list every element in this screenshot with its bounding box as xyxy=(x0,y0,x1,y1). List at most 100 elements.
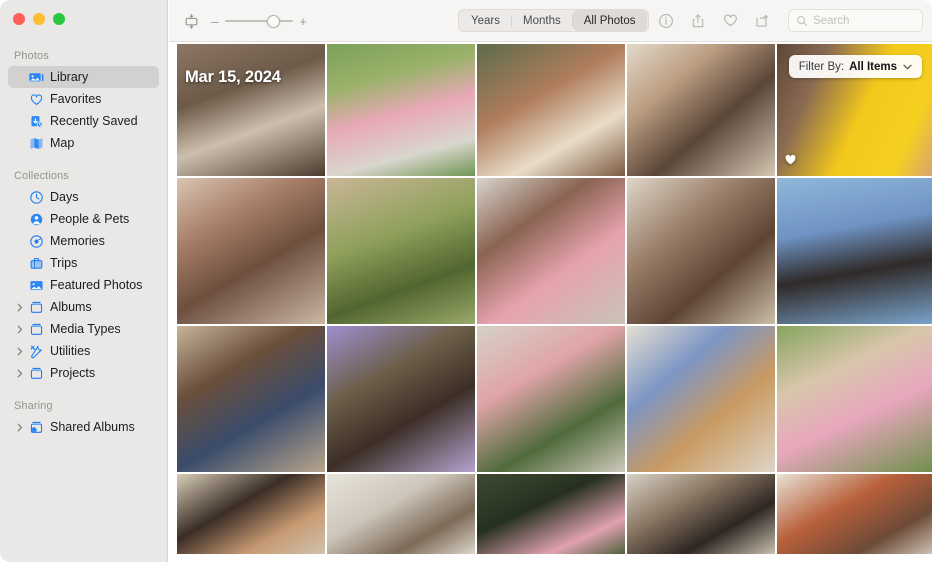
sidebar-item-media-types[interactable]: Media Types xyxy=(8,318,159,340)
chevron-down-icon xyxy=(903,62,912,72)
sidebar-item-library[interactable]: Library xyxy=(8,66,159,88)
photo-thumbnail[interactable] xyxy=(627,44,775,176)
photo-thumbnail[interactable] xyxy=(477,326,625,472)
sidebar-item-trips[interactable]: Trips xyxy=(8,252,159,274)
sidebar-item-label: Trips xyxy=(50,256,78,270)
sidebar-item-favorites[interactable]: Favorites xyxy=(8,88,159,110)
info-icon[interactable] xyxy=(653,8,679,33)
photo-image xyxy=(327,178,475,324)
zoom-slider-knob[interactable] xyxy=(267,14,280,28)
photo-thumbnail[interactable] xyxy=(477,474,625,554)
chevron-right-icon[interactable] xyxy=(14,303,26,312)
zoom-slider-row: – + xyxy=(211,14,307,28)
photo-thumbnail[interactable] xyxy=(627,474,775,554)
photo-thumbnail[interactable] xyxy=(177,474,325,554)
photo-image xyxy=(327,44,475,176)
sidebar-section-gap xyxy=(0,154,167,164)
photo-thumbnail[interactable] xyxy=(177,326,325,472)
filter-by-dropdown[interactable]: Filter By: All Items xyxy=(788,55,922,78)
sidebar-item-featured-photos[interactable]: Featured Photos xyxy=(8,274,159,296)
tab-years[interactable]: Years xyxy=(460,10,511,31)
photo-grid-row xyxy=(177,474,932,554)
sidebar-item-recently-saved[interactable]: Recently Saved xyxy=(8,110,159,132)
maximize-button[interactable] xyxy=(53,13,65,25)
favorite-heart-icon[interactable] xyxy=(717,8,743,33)
photo-image xyxy=(777,474,932,554)
zoom-in-label[interactable]: + xyxy=(299,15,307,28)
sidebar-item-projects[interactable]: Projects xyxy=(8,362,159,384)
sidebar-item-utilities[interactable]: Utilities xyxy=(8,340,159,362)
zoom-slider[interactable] xyxy=(225,14,293,28)
window-controls xyxy=(13,13,65,25)
photo-thumbnail[interactable] xyxy=(627,326,775,472)
sidebar-item-label: Featured Photos xyxy=(50,278,143,292)
sidebar-item-label: Shared Albums xyxy=(50,420,135,434)
toolbar: – + Years Months All Photos Search xyxy=(169,0,932,42)
photo-grid-row xyxy=(177,326,932,472)
photo-image xyxy=(627,326,775,472)
photo-thumbnail[interactable] xyxy=(777,178,932,324)
share-icon[interactable] xyxy=(685,8,711,33)
sidebar-item-map[interactable]: Map xyxy=(8,132,159,154)
photo-thumbnail[interactable] xyxy=(477,44,625,176)
filter-value: All Items xyxy=(849,60,897,73)
search-placeholder: Search xyxy=(813,14,850,27)
tab-all-photos[interactable]: All Photos xyxy=(572,10,647,31)
photo-thumbnail[interactable] xyxy=(177,178,325,324)
photo-image xyxy=(177,326,325,472)
album-icon xyxy=(26,366,46,381)
photo-image xyxy=(627,44,775,176)
photo-image xyxy=(477,44,625,176)
chevron-right-icon[interactable] xyxy=(14,423,26,432)
rotate-icon[interactable] xyxy=(749,8,775,33)
person-icon xyxy=(26,212,46,227)
chevron-right-icon[interactable] xyxy=(14,369,26,378)
sidebar-list[interactable]: Photos Library Favorites Recently Saved Map C… xyxy=(0,44,167,562)
sidebar-item-shared-albums[interactable]: Shared Albums xyxy=(8,416,159,438)
photo-thumbnail[interactable] xyxy=(327,474,475,554)
photo-grid[interactable]: Mar 15, 2024 Filter By: All Items xyxy=(177,44,932,562)
chevron-right-icon[interactable] xyxy=(14,347,26,356)
photo-image xyxy=(177,178,325,324)
aspect-ratio-icon[interactable] xyxy=(179,9,203,33)
featured-photo-icon xyxy=(26,278,46,293)
recently-saved-icon xyxy=(26,114,46,129)
photo-thumbnail[interactable] xyxy=(327,178,475,324)
album-icon xyxy=(26,300,46,315)
toolbar-actions xyxy=(653,8,775,33)
sidebar-item-memories[interactable]: Memories xyxy=(8,230,159,252)
photo-image xyxy=(327,326,475,472)
tab-months[interactable]: Months xyxy=(512,10,572,31)
photo-thumbnail[interactable] xyxy=(777,326,932,472)
photo-thumbnail[interactable] xyxy=(327,326,475,472)
photo-image xyxy=(777,326,932,472)
sidebar-section-gap xyxy=(0,384,167,394)
shared-album-icon xyxy=(26,420,46,435)
sidebar-item-albums[interactable]: Albums xyxy=(8,296,159,318)
chevron-right-icon[interactable] xyxy=(14,325,26,334)
photo-thumbnail[interactable] xyxy=(477,178,625,324)
photo-image xyxy=(627,474,775,554)
photo-thumbnail[interactable] xyxy=(327,44,475,176)
sidebar-item-label: Media Types xyxy=(50,322,121,336)
filter-label: Filter By: xyxy=(798,60,845,73)
photo-thumbnail[interactable] xyxy=(627,178,775,324)
photo-image xyxy=(477,178,625,324)
photo-image xyxy=(477,474,625,554)
sidebar-item-days[interactable]: Days xyxy=(8,186,159,208)
photo-thumbnail[interactable] xyxy=(777,474,932,554)
minimize-button[interactable] xyxy=(33,13,45,25)
zoom-slider-track xyxy=(225,20,293,22)
photo-thumbnail[interactable] xyxy=(177,44,325,176)
sidebar-item-people-pets[interactable]: People & Pets xyxy=(8,208,159,230)
close-button[interactable] xyxy=(13,13,25,25)
sidebar-item-label: Projects xyxy=(50,366,96,380)
view-mode-segmented-control[interactable]: Years Months All Photos xyxy=(458,9,649,32)
sidebar-section-header: Collections xyxy=(14,170,69,182)
content-area: – + Years Months All Photos Search Mar 1… xyxy=(169,0,932,562)
search-field[interactable]: Search xyxy=(788,9,923,32)
zoom-out-label[interactable]: – xyxy=(211,15,219,28)
sidebar-item-label: Days xyxy=(50,190,79,204)
clock-icon xyxy=(26,190,46,205)
sidebar-item-label: Recently Saved xyxy=(50,114,138,128)
